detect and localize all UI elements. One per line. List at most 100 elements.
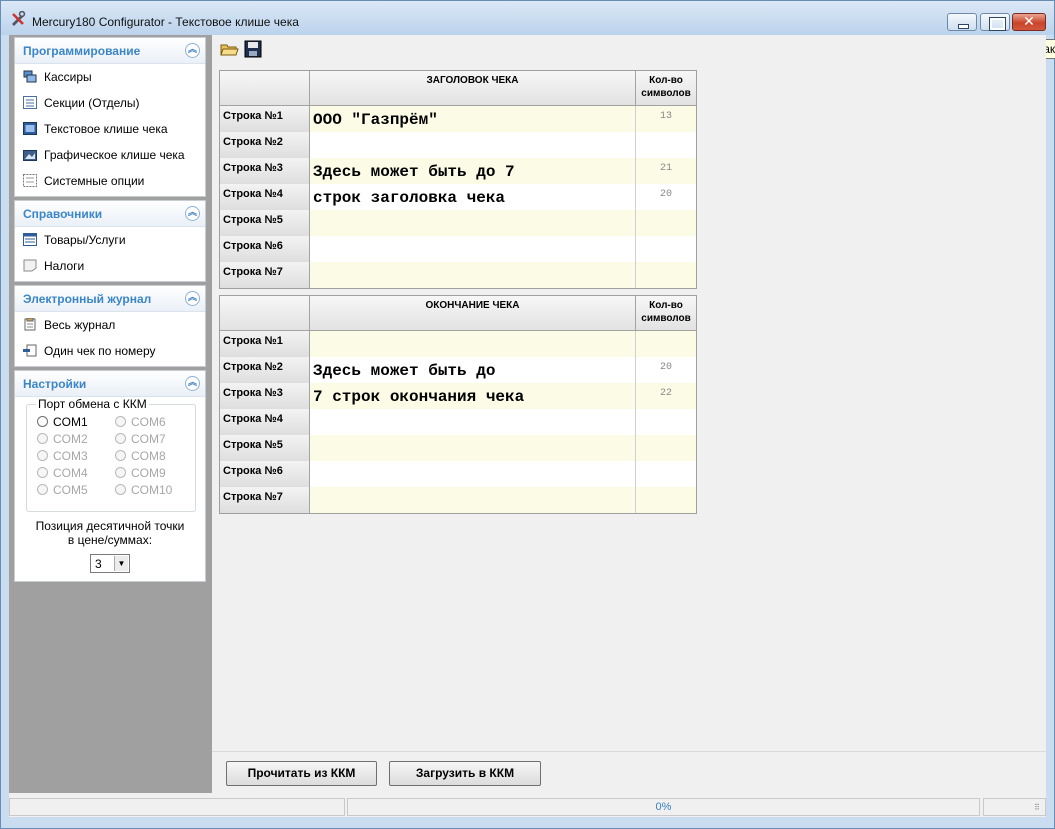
radio-label: COM9	[131, 466, 166, 480]
sidebar-item-system-options[interactable]: Системные опции	[15, 168, 205, 194]
row-text-cell[interactable]	[310, 461, 636, 487]
radio-label: COM10	[131, 483, 173, 497]
sidebar-item-full-journal[interactable]: Весь журнал	[15, 312, 205, 338]
row-text-cell[interactable]	[310, 487, 636, 513]
table-header-row: ЗАГОЛОВОК ЧЕКА Кол-во символов	[220, 71, 696, 106]
row-count-cell: 13	[636, 106, 696, 132]
collapse-icon[interactable]: ︽	[185, 206, 200, 221]
tools-icon	[12, 11, 26, 26]
row-label: Строка №1	[220, 331, 310, 357]
close-button[interactable]: ✕	[1012, 13, 1046, 31]
row-label: Строка №5	[220, 210, 310, 236]
one-receipt-icon	[23, 344, 37, 357]
radio-icon	[115, 484, 126, 495]
sidebar-item-graphic-cliche[interactable]: Графическое клише чека	[15, 142, 205, 168]
sidebar-item-goods[interactable]: Товары/Услуги	[15, 227, 205, 253]
radio-label: COM3	[53, 449, 88, 463]
sections-icon	[23, 96, 37, 109]
programming-panel-header[interactable]: Программирование ︽	[15, 38, 205, 64]
sidebar: Программирование ︽ Кассиры Секции (Отдел…	[9, 35, 212, 793]
row-text-cell[interactable]	[310, 331, 636, 357]
row-text-cell[interactable]	[310, 435, 636, 461]
system-options-icon	[23, 174, 37, 187]
radio-label: COM5	[53, 483, 88, 497]
read-from-kkm-button[interactable]: Прочитать из ККМ	[226, 761, 377, 786]
progress-cell: 0%	[347, 798, 980, 816]
row-count-cell	[636, 435, 696, 461]
collapse-icon[interactable]: ︽	[185, 43, 200, 58]
table-row: Строка №3 7 строк окончания чека 22	[220, 383, 696, 409]
decimal-position-select[interactable]: 3 ▼	[90, 554, 130, 573]
radio-icon	[115, 450, 126, 461]
column-header-text: ЗАГОЛОВОК ЧЕКА	[310, 71, 636, 105]
radio-label: COM4	[53, 466, 88, 480]
row-label: Строка №2	[220, 132, 310, 158]
count-header-line-1: Кол-во	[649, 75, 683, 86]
row-text-cell[interactable]	[310, 236, 636, 262]
sidebar-item-cashiers[interactable]: Кассиры	[15, 64, 205, 90]
save-disk-icon[interactable]	[243, 39, 263, 59]
title-bar[interactable]: Mercury180 Configurator - Текстовое клиш…	[1, 1, 1054, 35]
row-label: Строка №5	[220, 435, 310, 461]
receipt-footer-table: ОКОНЧАНИЕ ЧЕКА Кол-во символов Строка №1…	[219, 295, 697, 514]
sidebar-item-text-cliche[interactable]: Текстовое клише чека	[15, 116, 205, 142]
row-count-cell: 20	[636, 184, 696, 210]
row-count-cell: 21	[636, 158, 696, 184]
radio-icon	[37, 484, 48, 495]
sidebar-item-taxes[interactable]: Налоги	[15, 253, 205, 279]
row-text-cell[interactable]: 7 строк окончания чека	[310, 383, 636, 409]
table-row: Строка №3 Здесь может быть до 7 21	[220, 158, 696, 184]
sidebar-item-label: Системные опции	[44, 174, 145, 188]
row-text-cell[interactable]	[310, 132, 636, 158]
table-row: Строка №1 ООО "Газпрём" 13	[220, 106, 696, 132]
row-count-cell	[636, 409, 696, 435]
row-text-cell[interactable]: Здесь может быть до 7	[310, 158, 636, 184]
row-label: Строка №1	[220, 106, 310, 132]
row-label: Строка №2	[220, 357, 310, 383]
sidebar-item-label: Товары/Услуги	[44, 233, 126, 247]
collapse-icon[interactable]: ︽	[185, 291, 200, 306]
collapse-icon[interactable]: ︽	[185, 376, 200, 391]
row-text-cell[interactable]: Здесь может быть до	[310, 357, 636, 383]
column-header-count: Кол-во символов	[636, 296, 696, 330]
sidebar-item-sections[interactable]: Секции (Отделы)	[15, 90, 205, 116]
table-row: Строка №7	[220, 487, 696, 513]
references-panel-header[interactable]: Справочники ︽	[15, 201, 205, 227]
row-text-cell[interactable]: ООО "Газпрём"	[310, 106, 636, 132]
sidebar-item-label: Налоги	[44, 259, 85, 273]
row-text-cell[interactable]	[310, 409, 636, 435]
row-text-cell[interactable]	[310, 210, 636, 236]
column-header-count: Кол-во символов	[636, 71, 696, 105]
row-label: Строка №4	[220, 409, 310, 435]
table-header-row: ОКОНЧАНИЕ ЧЕКА Кол-во символов	[220, 296, 696, 331]
panel-title: Электронный журнал	[23, 292, 152, 306]
row-label: Строка №7	[220, 262, 310, 288]
row-count-cell	[636, 487, 696, 513]
dropdown-arrow-icon[interactable]: ▼	[114, 556, 128, 571]
radio-icon	[115, 416, 126, 427]
journal-panel-header[interactable]: Электронный журнал ︽	[15, 286, 205, 312]
sidebar-item-label: Кассиры	[44, 70, 92, 84]
sidebar-item-one-receipt[interactable]: Один чек по номеру	[15, 338, 205, 364]
decimal-label-line-2: в цене/суммах:	[67, 533, 153, 547]
minimize-button[interactable]	[947, 13, 977, 31]
window-title: Mercury180 Configurator - Текстовое клиш…	[32, 15, 299, 29]
graphic-cliche-icon	[23, 150, 37, 161]
corner-cell	[220, 296, 310, 330]
row-label: Строка №6	[220, 461, 310, 487]
settings-panel-header[interactable]: Настройки ︽	[15, 371, 205, 397]
row-count-cell	[636, 210, 696, 236]
load-to-kkm-button[interactable]: Загрузить в ККМ	[389, 761, 541, 786]
port-group: Порт обмена с ККМ COM1 COM2 COM3 COM4 CO…	[26, 397, 196, 512]
taxes-icon	[23, 259, 37, 272]
maximize-button[interactable]	[980, 13, 1010, 31]
references-panel: Справочники ︽ Товары/Услуги Налоги	[14, 200, 206, 282]
resize-grip-icon[interactable]: ⠿	[1034, 804, 1044, 815]
settings-panel: Настройки ︽ Порт обмена с ККМ COM1 COM2 …	[14, 370, 206, 582]
row-count-cell	[636, 262, 696, 288]
row-text-cell[interactable]: строк заголовка чека	[310, 184, 636, 210]
row-text-cell[interactable]	[310, 262, 636, 288]
goods-icon	[23, 233, 37, 246]
toolbar	[212, 35, 1046, 62]
open-folder-icon[interactable]	[219, 39, 239, 59]
